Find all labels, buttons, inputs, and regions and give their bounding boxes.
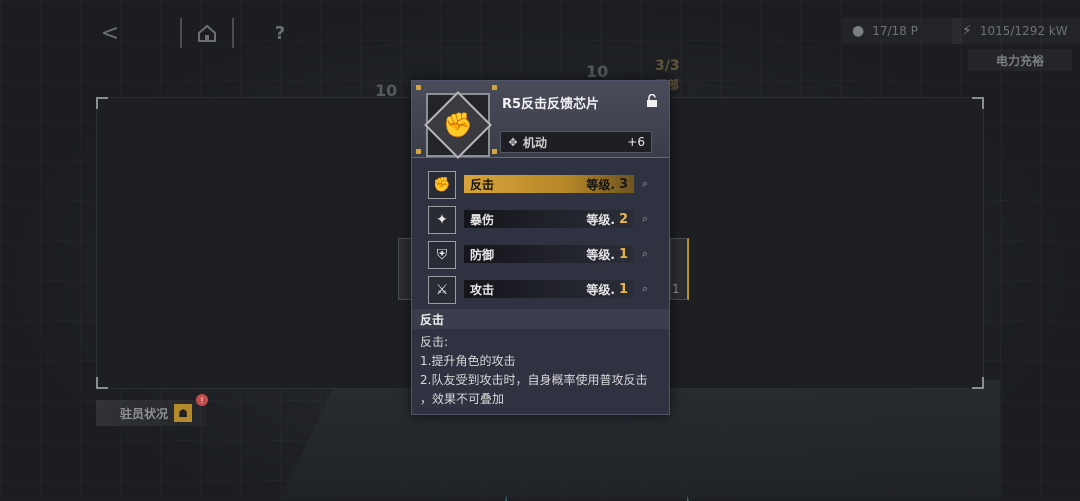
unlock-icon — [647, 94, 657, 107]
description-line: 1.提升角色的攻击 — [420, 354, 516, 368]
skill-row-attack[interactable]: ⚔ 攻击 等级. 1 ⌕ — [412, 276, 669, 304]
level-label: 等级. — [586, 282, 615, 297]
mobility-icon: ✥ — [508, 135, 518, 149]
description-title: 反击 — [412, 309, 669, 329]
frame-corner — [96, 377, 108, 389]
level-value: 1 — [618, 246, 628, 262]
help-button[interactable]: ? — [262, 18, 298, 48]
frame-corner — [96, 97, 108, 109]
skill-row-crit[interactable]: ✦ 暴伤 等级. 2 ⌕ — [412, 206, 669, 234]
level-value: 2 — [618, 211, 628, 227]
home-button[interactable] — [180, 18, 234, 48]
skill-bar: 攻击 等级. 1 — [464, 280, 634, 298]
chip-title: R5反击反馈芯片 — [502, 97, 600, 112]
skill-bar: 防御 等级. 1 — [464, 245, 634, 263]
description-line: 反击: — [420, 335, 449, 349]
chip-detail-popup: ✊ R5反击反馈芯片 ✥ 机动 +6 ✊ 反击 等级. 3 ⌕ ✦ 暴伤 等级.… — [411, 80, 670, 415]
skill-name: 暴伤 — [470, 212, 495, 227]
magnify-icon[interactable]: ⌕ — [638, 282, 652, 296]
crit-skill-icon: ✦ — [428, 206, 456, 234]
level-label: 等级. — [586, 212, 615, 227]
magnify-icon[interactable]: ⌕ — [638, 177, 652, 191]
counter-skill-icon: ✊ — [428, 171, 456, 199]
power-status-badge: 电力充裕 — [968, 49, 1072, 71]
chip-image: ✊ — [424, 91, 492, 159]
help-icon: ? — [274, 22, 286, 44]
skill-level: 等级. 1 — [586, 281, 628, 298]
magnify-icon[interactable]: ⌕ — [638, 212, 652, 226]
skill-name: 反击 — [470, 177, 495, 192]
top-bar: < ? ● 17/18 P ⚡ 1015/1292 kW 电力充裕 — [0, 0, 1080, 71]
defense-skill-icon: ⛨ — [428, 241, 456, 269]
level-label: 等级. — [586, 247, 615, 262]
frame-corner — [972, 97, 984, 109]
lightning-icon: ⚡ — [962, 23, 972, 39]
crew-count: ● 17/18 P — [842, 18, 962, 44]
slot-count: 1 — [672, 282, 680, 296]
crew-status-button[interactable]: 驻员状况 ☗ — [96, 400, 206, 426]
back-button[interactable]: < — [90, 18, 130, 48]
skill-name: 防御 — [470, 247, 495, 262]
power-count-value: 1015/1292 kW — [979, 24, 1068, 38]
skill-bar: 反击 等级. 3 — [464, 175, 634, 193]
description-line: 2.队友受到攻击时，自身概率使用普攻反击 — [420, 373, 648, 387]
notification-badge: ! — [196, 394, 208, 406]
person-icon: ● — [852, 23, 865, 39]
corner-dot — [416, 149, 421, 154]
skill-name: 攻击 — [470, 282, 495, 297]
fist-icon: ✊ — [443, 111, 473, 139]
skill-row-defense[interactable]: ⛨ 防御 等级. 1 ⌕ — [412, 241, 669, 269]
room-capacity-label: 3/3 — [655, 58, 680, 74]
stat-value: +6 — [627, 135, 645, 149]
crew-count-value: 17/18 P — [872, 24, 918, 38]
popup-header: ✊ R5反击反馈芯片 ✥ 机动 +6 — [412, 81, 669, 159]
description-title-text: 反击 — [420, 312, 445, 327]
skill-bar: 暴伤 等级. 2 — [464, 210, 634, 228]
skill-level: 等级. 2 — [586, 211, 628, 228]
room-level-label-2: 10 — [586, 62, 609, 81]
power-status-text: 电力充裕 — [995, 53, 1044, 68]
corner-dot — [492, 149, 497, 154]
frame-corner — [972, 377, 984, 389]
back-icon: < — [100, 20, 120, 46]
level-value: 3 — [618, 176, 628, 192]
corner-dot — [492, 85, 497, 90]
description-line: ，效果不可叠加 — [420, 392, 505, 406]
skill-row-counter[interactable]: ✊ 反击 等级. 3 ⌕ — [412, 171, 669, 199]
level-label: 等级. — [586, 177, 615, 192]
home-icon — [198, 24, 216, 42]
stat-name: 机动 — [523, 135, 548, 150]
magnify-icon[interactable]: ⌕ — [638, 247, 652, 261]
level-value: 1 — [618, 281, 628, 297]
power-count: ⚡ 1015/1292 kW — [952, 18, 1080, 44]
crew-icon: ☗ — [174, 404, 193, 422]
corner-dot — [416, 85, 421, 90]
description-body: 反击: 1.提升角色的攻击 2.队友受到攻击时，自身概率使用普攻反击 ，效果不可… — [420, 333, 665, 409]
stat-row: ✥ 机动 +6 — [500, 131, 652, 153]
skill-level: 等级. 3 — [586, 176, 628, 193]
crew-status-label: 驻员状况 — [120, 406, 169, 421]
skill-level: 等级. 1 — [586, 246, 628, 263]
lock-button[interactable] — [644, 93, 660, 109]
attack-skill-icon: ⚔ — [428, 276, 456, 304]
